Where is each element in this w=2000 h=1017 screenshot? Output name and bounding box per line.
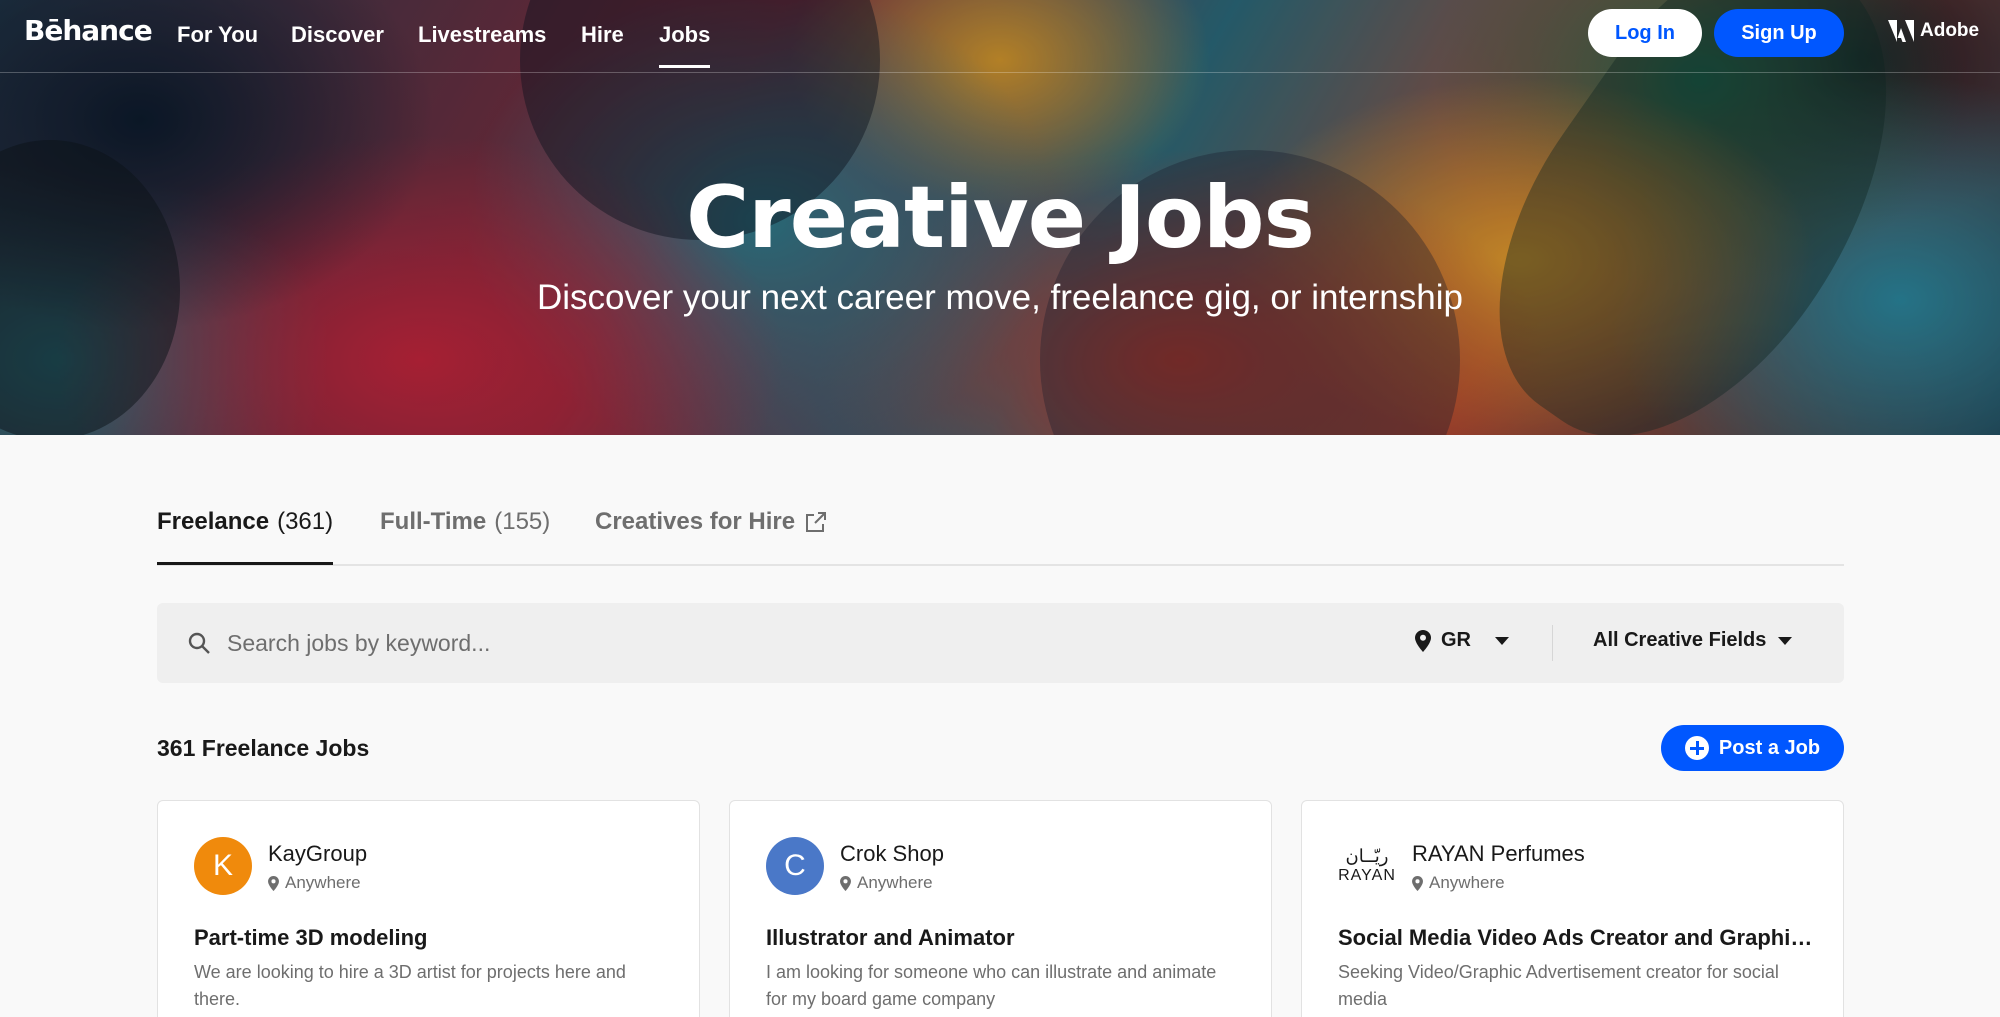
job-title[interactable]: Illustrator and Animator: [766, 925, 1246, 951]
location-pin-icon: [840, 875, 851, 891]
tab-count: (155): [494, 508, 551, 535]
tab-creatives-for-hire[interactable]: Creatives for Hire: [595, 508, 829, 536]
location-filter-value: GR: [1441, 629, 1471, 651]
company-name[interactable]: KayGroup: [268, 841, 367, 867]
company-logo-latin: RAYAN: [1338, 867, 1396, 884]
job-title[interactable]: Social Media Video Ads Creator and Graph…: [1338, 925, 1818, 951]
post-job-label: Post a Job: [1718, 736, 1821, 759]
post-job-button[interactable]: Post a Job: [1661, 725, 1844, 771]
search-input[interactable]: [227, 619, 1377, 667]
nav-link-jobs[interactable]: Jobs: [659, 22, 711, 68]
job-description: We are looking to hire a 3D artist for p…: [194, 962, 626, 1009]
job-search-bar: GR All Creative Fields: [157, 603, 1844, 683]
job-location-label: Anywhere: [285, 873, 361, 892]
company-name[interactable]: Crok Shop: [840, 841, 944, 867]
top-navigation: Bēhance For You Discover Livestreams Hir…: [0, 0, 2000, 73]
tab-label: Creatives for Hire: [595, 508, 796, 535]
job-location-label: Anywhere: [1429, 873, 1505, 892]
adobe-label: Adobe: [1920, 20, 1980, 41]
tab-label: Full-Time: [380, 508, 487, 535]
chevron-down-icon: [1495, 636, 1509, 645]
job-title[interactable]: Part-time 3D modeling: [194, 925, 674, 951]
job-description: Seeking Video/Graphic Advertisement crea…: [1338, 962, 1779, 1009]
job-card[interactable]: C Crok Shop Anywhere Illustrator and Ani…: [729, 800, 1272, 1017]
job-card[interactable]: ريّــان RAYAN RAYAN Perfumes Anywhere So…: [1301, 800, 1844, 1017]
nav-link-discover[interactable]: Discover: [291, 22, 384, 48]
login-button[interactable]: Log In: [1588, 9, 1702, 57]
nav-link-livestreams[interactable]: Livestreams: [418, 22, 546, 48]
results-count: 361 Freelance Jobs: [157, 735, 370, 761]
creative-fields-dropdown[interactable]: All Creative Fields: [1593, 629, 1793, 652]
adobe-logo-icon: [1888, 20, 1914, 42]
tab-label: Freelance: [157, 508, 270, 535]
nav-link-for-you[interactable]: For You: [177, 22, 258, 48]
job-location-label: Anywhere: [857, 873, 933, 892]
creative-fields-value: All Creative Fields: [1593, 629, 1767, 651]
external-link-icon: [806, 512, 827, 532]
job-type-tabs: Freelance (361) Full-Time (155) Creative…: [157, 500, 1844, 566]
location-pin-icon: [1415, 629, 1431, 652]
tab-freelance[interactable]: Freelance (361): [157, 508, 334, 565]
company-avatar: C: [766, 837, 824, 895]
company-name[interactable]: RAYAN Perfumes: [1412, 841, 1585, 867]
chevron-down-icon: [1778, 636, 1793, 645]
job-description: I am looking for someone who can illustr…: [766, 962, 1217, 1009]
page-subtitle: Discover your next career move, freelanc…: [537, 278, 1463, 317]
behance-logo[interactable]: Bēhance: [24, 14, 153, 47]
company-avatar: K: [194, 837, 252, 895]
location-filter-dropdown[interactable]: GR: [1415, 629, 1509, 652]
search-icon: [188, 632, 210, 654]
adobe-link[interactable]: Adobe: [1888, 20, 1979, 42]
location-pin-icon: [268, 875, 279, 891]
job-location: Anywhere: [268, 873, 361, 893]
company-logo-arabic: ريّــان: [1345, 846, 1389, 867]
page-title: Creative Jobs: [686, 168, 1315, 268]
job-card[interactable]: K KayGroup Anywhere Part-time 3D modelin…: [157, 800, 700, 1017]
job-location: Anywhere: [840, 873, 933, 893]
nav-link-hire[interactable]: Hire: [581, 22, 624, 48]
filter-divider: [1552, 625, 1553, 661]
company-logo: ريّــان RAYAN: [1336, 841, 1398, 891]
location-pin-icon: [1412, 875, 1423, 891]
tab-full-time[interactable]: Full-Time (155): [380, 508, 550, 536]
job-location: Anywhere: [1412, 873, 1505, 893]
signup-button[interactable]: Sign Up: [1714, 9, 1844, 57]
plus-circle-icon: [1684, 736, 1709, 760]
tab-count: (361): [277, 508, 334, 535]
